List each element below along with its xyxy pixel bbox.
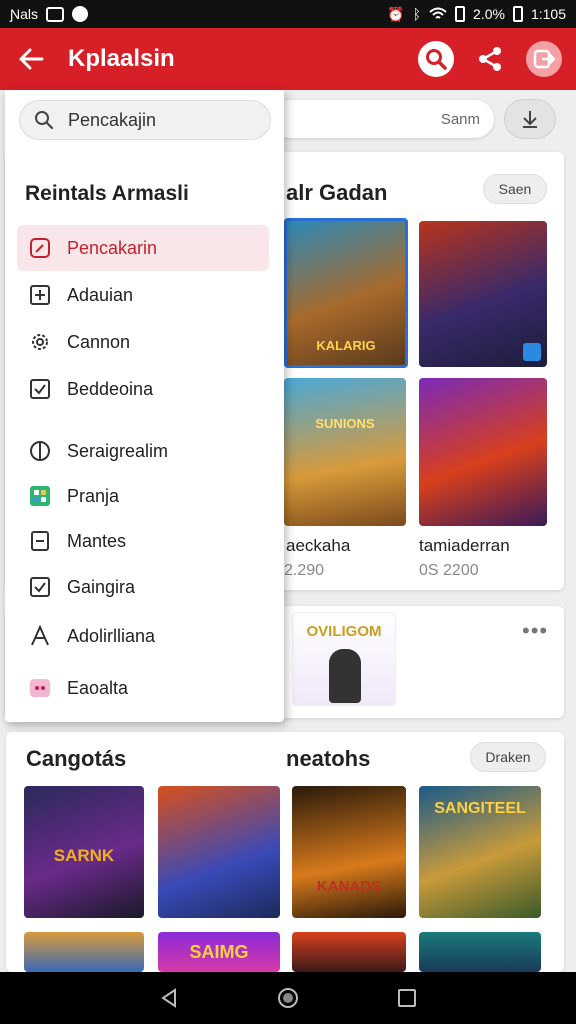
a-icon xyxy=(29,625,51,647)
more-options-icon[interactable]: ••• xyxy=(522,618,548,644)
menu-item-3[interactable]: Cannon xyxy=(17,319,269,365)
game-tile-1-title: KALARIG xyxy=(316,338,376,353)
search-icon xyxy=(35,111,54,130)
category-tile-3[interactable]: KANADS xyxy=(292,786,406,918)
category-tile-1[interactable]: SARNK xyxy=(24,786,144,918)
clock: 1:105 xyxy=(530,6,566,22)
category-tile-7[interactable] xyxy=(292,932,406,972)
menu-item-8[interactable]: Gaingira xyxy=(17,564,269,610)
character-figure xyxy=(329,649,361,703)
system-nav-bar xyxy=(0,972,576,1024)
menu-item-6-label: Pranja xyxy=(67,485,120,506)
alarm-icon: ⏰ xyxy=(387,5,405,22)
arrow-left-icon xyxy=(19,48,44,70)
battery-icon-2 xyxy=(512,6,523,22)
category-tile-4-title: SANGITEEL xyxy=(434,800,526,817)
drawer-search-placeholder: Pencakajin xyxy=(68,109,157,130)
battery-percent: 2.0% xyxy=(473,6,505,22)
menu-item-6[interactable]: Pranja xyxy=(17,473,269,519)
menu-item-2[interactable]: Adauian xyxy=(17,272,269,318)
game-tile-2[interactable] xyxy=(419,221,547,367)
carrier-text: Ɲals xyxy=(10,6,39,22)
game-tile-3[interactable]: SUNIONS xyxy=(284,378,406,526)
menu-item-3-label: Cannon xyxy=(67,331,131,352)
section-title-games: alr Gadan xyxy=(286,180,388,205)
bluetooth-icon: ᛒ xyxy=(412,6,422,22)
game-tile-3-title: SUNIONS xyxy=(315,416,375,431)
menu-item-5-label: Seraigrealim xyxy=(67,440,169,461)
drawer-search-input[interactable]: Pencakajin xyxy=(19,100,271,140)
minus-square-icon xyxy=(29,530,51,552)
menu-item-2-label: Adauian xyxy=(67,284,134,305)
download-button[interactable] xyxy=(504,99,556,139)
drawer-heading: Reintals Armasli xyxy=(25,182,189,205)
category-tile-4[interactable]: SANGITEEL xyxy=(419,786,541,918)
menu-item-10-label: Eaoalta xyxy=(67,677,129,698)
gear-icon xyxy=(29,331,51,353)
see-all-button[interactable]: Saen xyxy=(483,174,547,204)
game-price-4: 0S 2200 xyxy=(419,562,479,579)
search-button[interactable] xyxy=(418,41,454,77)
menu-item-9-label: Adolirlliana xyxy=(67,625,156,646)
game-badge-icon xyxy=(523,343,541,361)
menu-item-5[interactable]: Seraigrealim xyxy=(17,428,269,474)
category-tile-1-title: SARNK xyxy=(53,846,115,865)
menu-item-1-label: Pencakarin xyxy=(67,237,158,258)
plus-square-icon xyxy=(29,284,51,306)
home-nav-button[interactable] xyxy=(276,986,300,1010)
half-circle-icon xyxy=(29,440,51,462)
back-button[interactable] xyxy=(0,28,62,90)
menu-item-4[interactable]: Beddeoina xyxy=(17,366,269,412)
menu-item-4-label: Beddeoina xyxy=(67,378,154,399)
checkbox-icon xyxy=(29,576,51,598)
app-title: Kplaalsin xyxy=(68,45,175,72)
category-tile-3-title: KANADS xyxy=(316,878,382,895)
category-tile-2[interactable] xyxy=(158,786,280,918)
recents-nav-button[interactable] xyxy=(396,987,418,1009)
menu-item-7[interactable]: Mantes xyxy=(17,518,269,564)
category-tile-6-title: SAIMG xyxy=(189,942,249,962)
app-notification-icon xyxy=(72,6,89,22)
game-tile-1[interactable]: KALARIG xyxy=(284,218,408,368)
background-search-field[interactable]: Sanm xyxy=(270,100,494,138)
exit-button[interactable] xyxy=(526,41,562,77)
app-bar: Kplaalsin xyxy=(0,28,576,90)
banner-game-tile[interactable]: OVILIGOM xyxy=(292,612,396,706)
category-tile-8[interactable] xyxy=(419,932,541,972)
see-more-button[interactable]: Draken xyxy=(470,742,546,772)
download-icon xyxy=(523,111,537,128)
search-icon xyxy=(426,49,447,70)
wifi-icon xyxy=(429,7,447,19)
menu-item-8-label: Gaingira xyxy=(67,576,136,597)
menu-item-10[interactable]: Eaoalta xyxy=(17,665,269,711)
game-price-3: 2.290 xyxy=(284,562,325,579)
menu-item-9[interactable]: Adolirlliana xyxy=(17,613,269,659)
checkbox-icon xyxy=(29,378,51,400)
game-title-4: tamiaderran xyxy=(419,536,510,555)
share-icon xyxy=(479,47,501,71)
category-tile-6[interactable]: SAIMG xyxy=(158,932,280,972)
edit-icon xyxy=(29,237,51,259)
navigation-drawer: Pencakajin Reintals Armasli Pencakarin A… xyxy=(5,90,284,722)
share-button[interactable] xyxy=(472,41,508,77)
section-title-categories: Cangotás xyxy=(26,746,127,771)
category-tile-5[interactable] xyxy=(24,932,144,972)
banner-title: OVILIGOM xyxy=(306,623,382,640)
menu-item-7-label: Mantes xyxy=(67,530,127,551)
back-nav-button[interactable] xyxy=(158,987,180,1009)
app-grid-icon xyxy=(29,485,51,507)
pink-square-icon xyxy=(29,677,51,699)
game-title-3: aeckaha xyxy=(286,536,351,555)
status-bar: Ɲals ⏰ ᛒ 2.0% 1:105 xyxy=(0,0,576,28)
battery-icon xyxy=(455,6,466,22)
game-tile-4[interactable] xyxy=(419,378,547,526)
menu-item-1[interactable]: Pencakarin xyxy=(17,225,269,271)
section-title-new: neatohs xyxy=(286,746,371,771)
exit-icon xyxy=(533,49,555,69)
image-notification-icon xyxy=(46,6,65,22)
